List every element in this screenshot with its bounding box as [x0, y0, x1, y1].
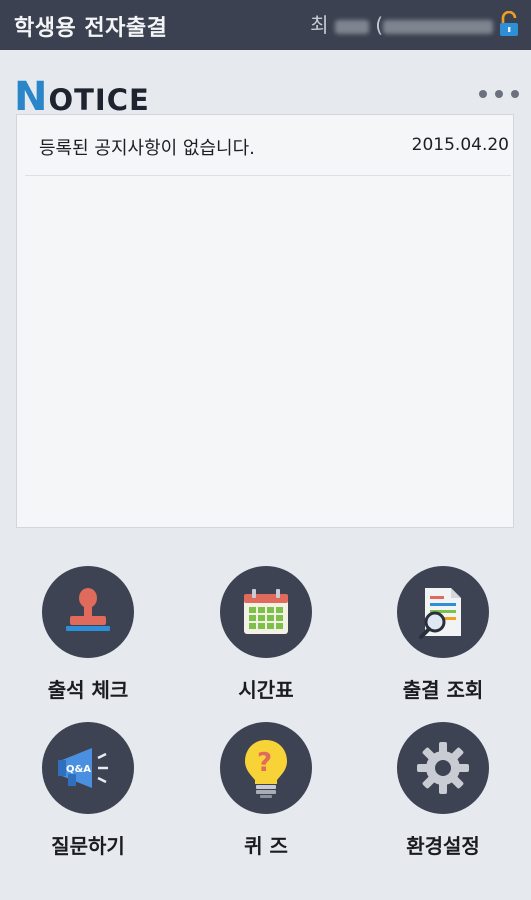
ask-question-label: 질문하기: [51, 834, 125, 858]
top-bar: 학생용 전자출결 최 (: [0, 0, 531, 50]
svg-text:Q&A: Q&A: [66, 764, 91, 775]
ask-question-button[interactable]: Q&A 질문하기: [0, 722, 178, 872]
user-id-open-paren: (: [375, 13, 383, 37]
timetable-circle: [220, 566, 312, 658]
notice-item-date: 2015.04.20: [411, 135, 509, 155]
more-button[interactable]: [479, 86, 519, 102]
more-dot-icon: [495, 90, 503, 98]
notice-list-item[interactable]: 등록된 공지사항이 없습니다. 2015.04.20: [25, 115, 511, 176]
timetable-button[interactable]: 시간표: [176, 566, 356, 716]
attendance-inquiry-circle: [397, 566, 489, 658]
document-search-icon: [419, 588, 461, 639]
svg-text:?: ?: [257, 748, 272, 778]
user-name-redacted: [334, 19, 369, 34]
attendance-check-button[interactable]: 출석 체크: [0, 566, 178, 716]
gear-icon: [417, 742, 469, 794]
app-title: 학생용 전자출결: [14, 16, 168, 41]
more-dot-icon: [479, 90, 487, 98]
notice-list: 등록된 공지사항이 없습니다. 2015.04.20: [16, 114, 514, 528]
attendance-check-label: 출석 체크: [47, 678, 129, 702]
unlock-icon[interactable]: [499, 10, 519, 37]
settings-circle: [397, 722, 489, 814]
lightbulb-question-icon: ?: [245, 740, 287, 798]
user-info[interactable]: 최 (: [310, 9, 519, 38]
notice-header: NOTICE: [14, 74, 519, 120]
quiz-circle: ?: [220, 722, 312, 814]
user-name-prefix: 최: [310, 13, 329, 37]
megaphone-qa-icon: Q&A: [58, 748, 108, 788]
notice-item-text: 등록된 공지사항이 없습니다.: [39, 138, 255, 159]
settings-button[interactable]: 환경설정: [353, 722, 531, 872]
ask-question-circle: Q&A: [42, 722, 134, 814]
attendance-check-circle: [42, 566, 134, 658]
stamp-icon: [66, 588, 110, 631]
quiz-label: 퀴 즈: [244, 834, 288, 858]
attendance-inquiry-label: 출결 조회: [402, 678, 484, 702]
user-name: 최 (: [310, 9, 493, 38]
settings-label: 환경설정: [406, 834, 480, 858]
more-dot-icon: [511, 90, 519, 98]
attendance-inquiry-button[interactable]: 출결 조회: [353, 566, 531, 716]
notice-title-rest: OTICE: [48, 83, 150, 117]
timetable-label: 시간표: [238, 678, 294, 702]
calendar-icon: [244, 589, 288, 634]
quiz-button[interactable]: ? 퀴 즈: [176, 722, 356, 872]
user-id-redacted: [383, 19, 493, 34]
